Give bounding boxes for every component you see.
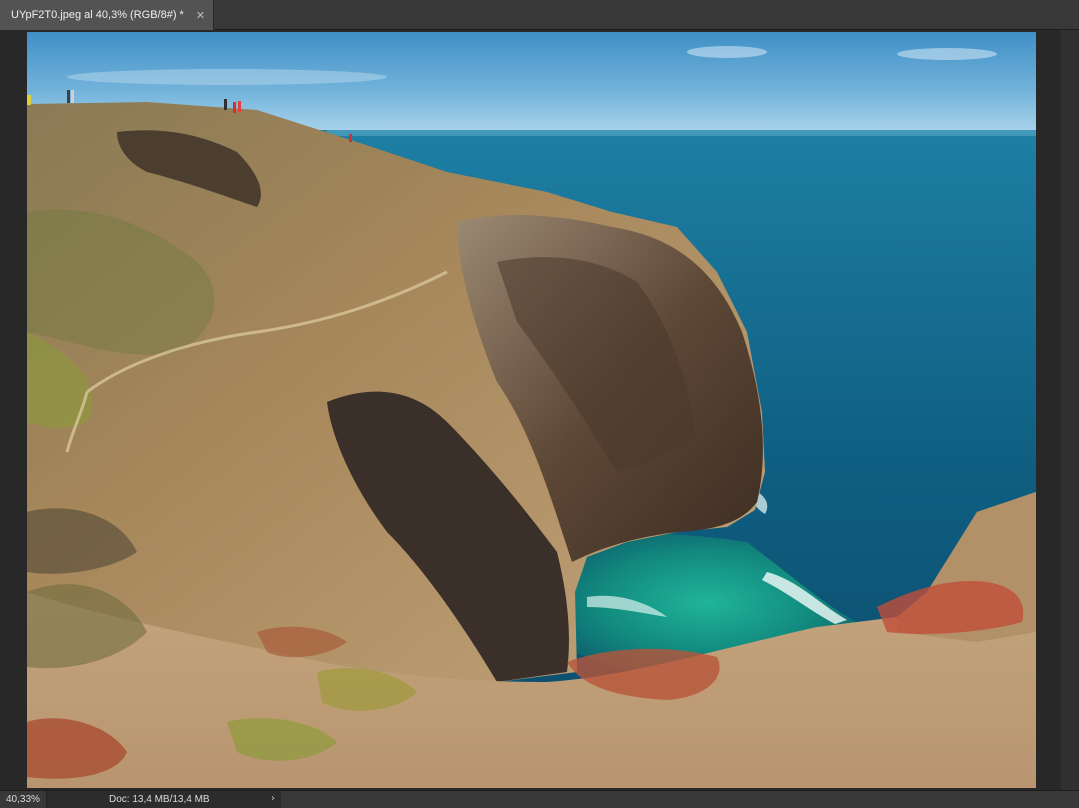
document-image[interactable]: [27, 32, 1036, 788]
status-bar: 40,33% Doc: 13,4 MB/13,4 MB ›: [0, 790, 1079, 808]
document-tab[interactable]: UYpF2T0.jpeg al 40,3% (RGB/8#) * ✕: [0, 0, 214, 30]
document-info[interactable]: Doc: 13,4 MB/13,4 MB ›: [47, 791, 281, 808]
canvas-side-panel: [1061, 30, 1079, 790]
canvas-area[interactable]: [0, 30, 1079, 790]
close-icon[interactable]: ✕: [196, 9, 205, 22]
document-tab-title: UYpF2T0.jpeg al 40,3% (RGB/8#) *: [11, 9, 184, 21]
document-tab-bar: UYpF2T0.jpeg al 40,3% (RGB/8#) * ✕: [0, 0, 1079, 30]
coastal-cliff-photo: [27, 32, 1036, 788]
zoom-level-value: 40,33%: [6, 794, 40, 805]
chevron-right-icon[interactable]: ›: [271, 793, 275, 804]
zoom-level-field[interactable]: 40,33%: [0, 791, 47, 808]
photoshop-window: UYpF2T0.jpeg al 40,3% (RGB/8#) * ✕ 40,33…: [0, 0, 1079, 808]
document-size-text: Doc: 13,4 MB/13,4 MB: [109, 794, 210, 805]
